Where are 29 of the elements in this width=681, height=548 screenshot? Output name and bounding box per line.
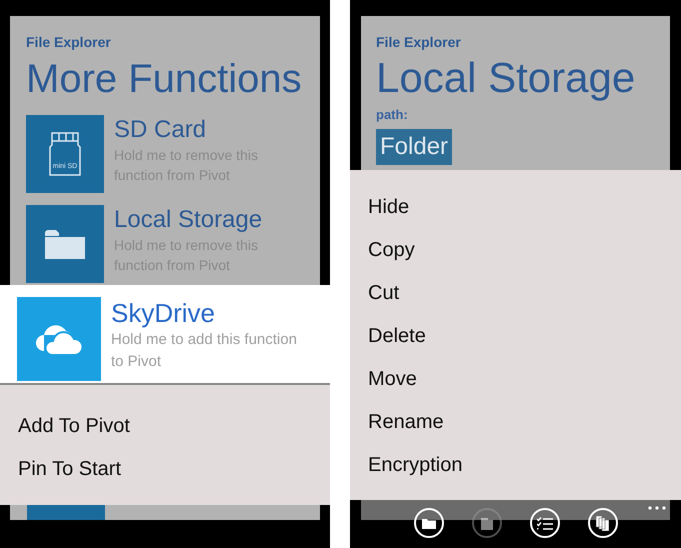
path-label: path: bbox=[376, 106, 409, 124]
photo-tile[interactable] bbox=[27, 505, 105, 520]
function-tile[interactable] bbox=[17, 297, 101, 381]
highlighted-function-row[interactable]: SkyDrive Hold me to add this function to Pivot bbox=[0, 285, 330, 383]
path-folder-button[interactable]: Folder bbox=[376, 128, 452, 164]
clipboard-icon bbox=[480, 516, 492, 530]
menu-item[interactable]: Move bbox=[368, 358, 417, 401]
menu-item[interactable]: Copy bbox=[368, 229, 415, 272]
menu-item[interactable]: Cut bbox=[368, 272, 400, 315]
function-title: Local Storage bbox=[114, 205, 264, 235]
menu-item[interactable]: Add To Pivot bbox=[18, 405, 130, 448]
menu-item[interactable]: Encryption bbox=[368, 444, 462, 487]
menu-item[interactable]: Pin To Start bbox=[18, 448, 122, 491]
function-tile[interactable] bbox=[26, 205, 104, 283]
pages-icon bbox=[596, 516, 609, 530]
app-title: File Explorer bbox=[26, 33, 112, 52]
menu-item[interactable]: Hide bbox=[368, 186, 410, 229]
folder-icon bbox=[43, 227, 87, 261]
menu-item[interactable]: Delete bbox=[368, 315, 426, 358]
app-title: File Explorer bbox=[376, 33, 462, 52]
folder-icon bbox=[422, 518, 436, 528]
menu-item[interactable]: Rename bbox=[368, 401, 444, 444]
function-title: SD Card bbox=[114, 115, 208, 145]
function-hint: Hold me to add this function to Pivot bbox=[111, 330, 298, 372]
page-title: More Functions bbox=[26, 56, 303, 103]
function-title: SkyDrive bbox=[111, 297, 216, 329]
more-options-icon[interactable] bbox=[648, 506, 666, 510]
checklist-icon bbox=[536, 516, 552, 530]
page-title: Local Storage bbox=[376, 53, 636, 103]
